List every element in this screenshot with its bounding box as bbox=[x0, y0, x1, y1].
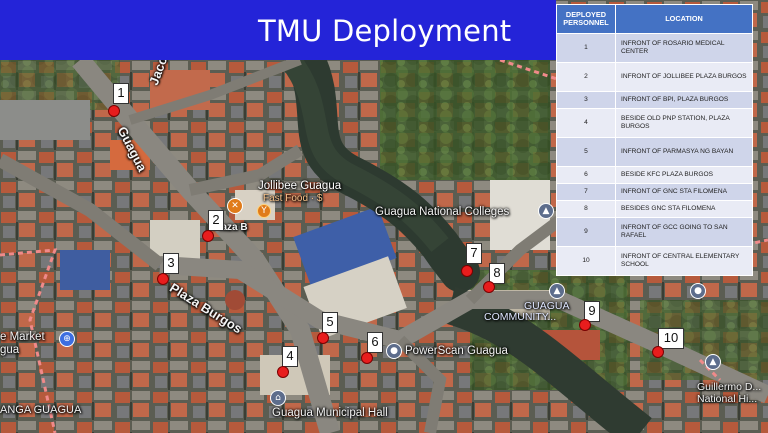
marker-dot bbox=[157, 273, 169, 285]
government-icon: ⌂ bbox=[270, 390, 286, 406]
fork-knife-icon[interactable]: ✕ bbox=[227, 198, 243, 214]
municipal-hall-label[interactable]: Guagua Municipal Hall bbox=[272, 407, 388, 419]
row-location: BESIDE OLD PNP STATION, PLAZA BURGOS bbox=[615, 108, 753, 138]
community-label-line2: COMMUNITY... bbox=[484, 311, 557, 323]
location-pin-icon: ● bbox=[690, 283, 706, 299]
jollibee-label[interactable]: Jollibee Guagua bbox=[258, 180, 341, 192]
marker-dot bbox=[361, 352, 373, 364]
row-number: 6 bbox=[556, 166, 616, 184]
jollibee-type-label: Fast Food · $ bbox=[263, 193, 323, 204]
row-number: 4 bbox=[556, 108, 616, 138]
school-icon: ▲ bbox=[705, 354, 721, 370]
marker-dot bbox=[579, 319, 591, 331]
slide-title: TMU Deployment bbox=[258, 14, 512, 48]
row-number: 3 bbox=[556, 91, 616, 109]
row-number: 5 bbox=[556, 137, 616, 167]
row-location: INFRONT OF GNC STA FILOMENA bbox=[615, 183, 753, 201]
row-location: INFRONT OF ROSARIO MEDICAL CENTER bbox=[615, 33, 753, 63]
deployment-table: DEPLOYED PERSONNEL LOCATION 1 INFRONT OF… bbox=[556, 4, 753, 276]
marker-number-label: 6 bbox=[367, 332, 383, 353]
fork-knife-icon: Y bbox=[257, 204, 271, 218]
row-number: 2 bbox=[556, 62, 616, 92]
marker-number-label: 1 bbox=[113, 83, 129, 104]
marker-number-label: 5 bbox=[322, 312, 338, 333]
table-row: 2 INFRONT OF JOLLIBEE PLAZA BURGOS bbox=[556, 62, 753, 92]
table-row: 4 BESIDE OLD PNP STATION, PLAZA BURGOS bbox=[556, 108, 753, 138]
marker-number-label: 3 bbox=[163, 253, 179, 274]
marker-dot bbox=[461, 265, 473, 277]
national-colleges-label[interactable]: Guagua National Colleges bbox=[375, 206, 509, 218]
header-location: LOCATION bbox=[615, 4, 753, 34]
row-location: BESIDE KFC PLAZA BURGOS bbox=[615, 166, 753, 184]
table-row: 10 INFRONT OF CENTRAL ELEMENTARY SCHOOL bbox=[556, 246, 753, 276]
table-row: 6 BESIDE KFC PLAZA BURGOS bbox=[556, 166, 753, 184]
table-header-row: DEPLOYED PERSONNEL LOCATION bbox=[556, 4, 753, 34]
row-location: INFRONT OF JOLLIBEE PLAZA BURGOS bbox=[615, 62, 753, 92]
powerscan-label[interactable]: PowerScan Guagua bbox=[405, 345, 508, 357]
cart-icon: ⊕ bbox=[59, 331, 75, 347]
row-number: 7 bbox=[556, 183, 616, 201]
row-location: INFRONT OF CENTRAL ELEMENTARY SCHOOL bbox=[615, 246, 753, 276]
row-number: 10 bbox=[556, 246, 616, 276]
table-row: 7 INFRONT OF GNC STA FILOMENA bbox=[556, 183, 753, 201]
table-row: 9 INFRONT OF GCC GOING TO SAN RAFAEL bbox=[556, 217, 753, 247]
row-location: INFRONT OF BPI, PLAZA BURGOS bbox=[615, 91, 753, 109]
marker-dot bbox=[317, 332, 329, 344]
location-pin-icon: ● bbox=[386, 343, 402, 359]
row-number: 9 bbox=[556, 217, 616, 247]
row-location: INFRONT OF GCC GOING TO SAN RAFAEL bbox=[615, 217, 753, 247]
marker-dot bbox=[202, 230, 214, 242]
school-icon: ▲ bbox=[549, 283, 565, 299]
row-location: INFRONT OF PARMASYA NG BAYAN bbox=[615, 137, 753, 167]
row-number: 8 bbox=[556, 200, 616, 218]
table-row: 5 INFRONT OF PARMASYA NG BAYAN bbox=[556, 137, 753, 167]
marker-dot bbox=[652, 346, 664, 358]
market-label[interactable]: e Market bbox=[0, 331, 45, 343]
row-number: 1 bbox=[556, 33, 616, 63]
anga-guagua-label: ANGA GUAGUA bbox=[0, 404, 82, 416]
school-icon: ▲ bbox=[538, 203, 554, 219]
market-sub-label: gua bbox=[0, 344, 20, 356]
table-row: 3 INFRONT OF BPI, PLAZA BURGOS bbox=[556, 91, 753, 109]
row-location: BESIDES GNC STA FILOMENA bbox=[615, 200, 753, 218]
marker-number-label: 10 bbox=[658, 328, 684, 349]
marker-dot bbox=[277, 366, 289, 378]
marker-dot bbox=[483, 281, 495, 293]
guillermo-label-line1[interactable]: Guillermo D... bbox=[697, 381, 761, 393]
table-row: 8 BESIDES GNC STA FILOMENA bbox=[556, 200, 753, 218]
marker-dot bbox=[108, 105, 120, 117]
header-personnel: DEPLOYED PERSONNEL bbox=[556, 4, 616, 34]
marker-number-label: 7 bbox=[466, 243, 482, 264]
table-row: 1 INFRONT OF ROSARIO MEDICAL CENTER bbox=[556, 33, 753, 63]
title-bar: TMU Deployment bbox=[0, 0, 556, 60]
guillermo-label-line2: National Hi... bbox=[697, 393, 758, 405]
marker-number-label: 4 bbox=[282, 346, 298, 367]
marker-number-label: 2 bbox=[208, 210, 224, 231]
